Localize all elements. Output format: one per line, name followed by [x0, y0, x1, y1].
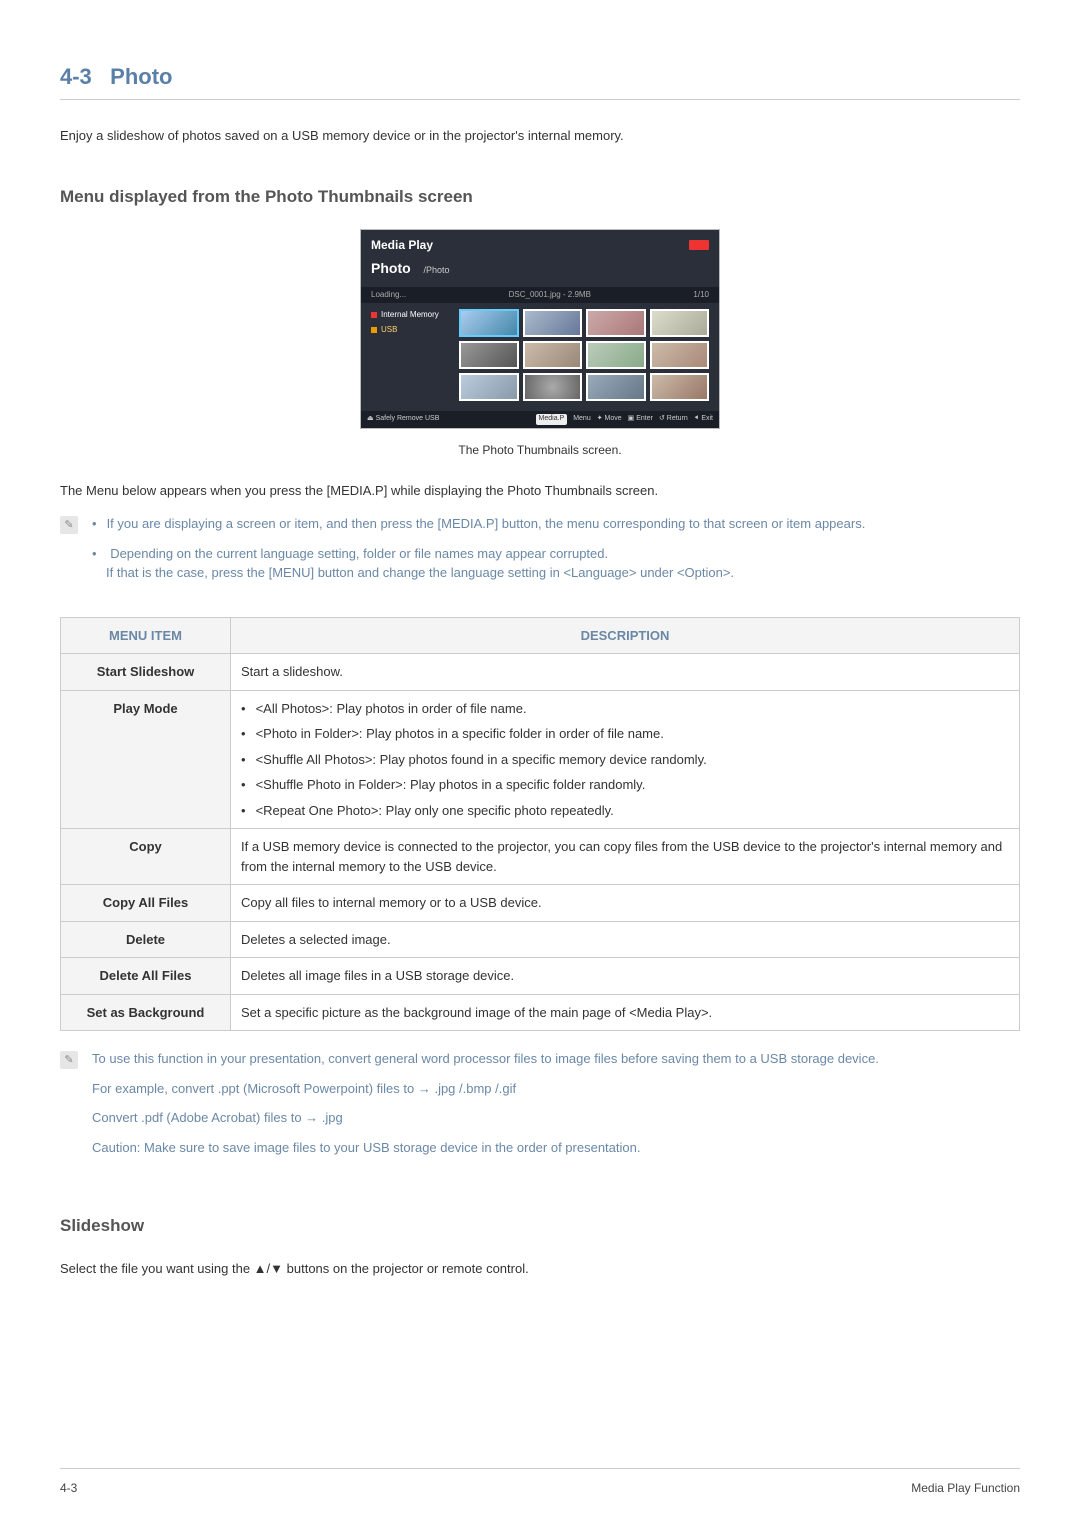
projector-screenshot: Media Play Photo /Photo Loading... DSC_0…	[360, 229, 720, 429]
section-number: 4-3	[60, 64, 92, 89]
play-mode-item: <Repeat One Photo>: Play only one specif…	[241, 801, 1009, 821]
subheading-slideshow: Slideshow	[60, 1213, 1020, 1239]
play-mode-item: <All Photos>: Play photos in order of fi…	[241, 699, 1009, 719]
thumbnail	[459, 373, 519, 401]
cell-label: Set as Background	[61, 994, 231, 1031]
th-description: DESCRIPTION	[231, 617, 1020, 654]
play-mode-item: <Photo in Folder>: Play photos in a spec…	[241, 724, 1009, 744]
note-subline: If that is the case, press the [MENU] bu…	[106, 563, 1020, 583]
thumbnail	[523, 309, 583, 337]
side-usb: USB	[371, 324, 451, 336]
section-name: Photo	[110, 64, 172, 89]
note-block: ✎ If you are displaying a screen or item…	[60, 514, 1020, 593]
screenshot-wrapper: Media Play Photo /Photo Loading... DSC_0…	[60, 229, 1020, 429]
side-internal-memory: Internal Memory	[371, 309, 451, 321]
breadcrumb: /Photo	[423, 265, 449, 275]
play-mode-item: <Shuffle All Photos>: Play photos found …	[241, 750, 1009, 770]
file-info: DSC_0001.jpg - 2.9MB	[509, 289, 591, 301]
note-icon: ✎	[60, 1051, 78, 1069]
hint-safely-remove: ⏏ Safely Remove USB	[367, 414, 439, 425]
status-loading: Loading...	[371, 289, 406, 301]
thumbnail	[459, 341, 519, 369]
table-row: Delete Deletes a selected image.	[61, 921, 1020, 958]
cell-desc: <All Photos>: Play photos in order of fi…	[231, 690, 1020, 829]
table-row: Copy If a USB memory device is connected…	[61, 829, 1020, 885]
hint-exit: ⯇ Exit	[694, 414, 713, 425]
thumbnail	[523, 373, 583, 401]
thumbnail	[586, 309, 646, 337]
page-footer: 4-3 Media Play Function	[60, 1468, 1020, 1497]
hint-move: ✦ Move	[597, 414, 622, 425]
app-title: Media Play	[371, 236, 433, 254]
table-row: Set as Background Set a specific picture…	[61, 994, 1020, 1031]
cell-label: Delete	[61, 921, 231, 958]
table-row: Play Mode <All Photos>: Play photos in o…	[61, 690, 1020, 829]
info-line: Caution: Make sure to save image files t…	[92, 1138, 879, 1158]
thumbnail	[586, 373, 646, 401]
cell-label: Delete All Files	[61, 958, 231, 995]
thumbnail	[650, 341, 710, 369]
table-row: Start Slideshow Start a slideshow.	[61, 654, 1020, 691]
footer-left: 4-3	[60, 1479, 77, 1497]
usb-icon	[689, 240, 709, 250]
thumbnail	[523, 341, 583, 369]
cell-label: Start Slideshow	[61, 654, 231, 691]
note-item: If you are displaying a screen or item, …	[92, 514, 1020, 534]
cell-desc: Deletes a selected image.	[231, 921, 1020, 958]
info-line: For example, convert .ppt (Microsoft Pow…	[92, 1079, 879, 1099]
thumbnail	[650, 373, 710, 401]
cell-desc: Deletes all image files in a USB storage…	[231, 958, 1020, 995]
thumbnail	[586, 341, 646, 369]
play-mode-item: <Shuffle Photo in Folder>: Play photos i…	[241, 775, 1009, 795]
thumbnail	[459, 309, 519, 337]
cell-desc: If a USB memory device is connected to t…	[231, 829, 1020, 885]
cell-desc: Set a specific picture as the background…	[231, 994, 1020, 1031]
hint-menu: Menu	[573, 414, 591, 425]
note-icon: ✎	[60, 516, 78, 534]
hint-enter: ▣ Enter	[628, 414, 653, 425]
hint-mediap-tag: Media.P	[536, 414, 568, 425]
screenshot-caption: The Photo Thumbnails screen.	[60, 441, 1020, 459]
menu-table: MENU ITEM DESCRIPTION Start Slideshow St…	[60, 617, 1020, 1032]
cell-desc: Start a slideshow.	[231, 654, 1020, 691]
footer-right: Media Play Function	[911, 1479, 1020, 1497]
note-item: Depending on the current language settin…	[92, 544, 1020, 583]
thumbnail-grid	[459, 309, 709, 401]
info-line: Convert .pdf (Adobe Acrobat) files to → …	[92, 1108, 879, 1128]
cell-label: Copy All Files	[61, 885, 231, 922]
section-title: 4-3 Photo	[60, 60, 1020, 100]
info-block: ✎ To use this function in your presentat…	[60, 1049, 1020, 1167]
table-row: Copy All Files Copy all files to interna…	[61, 885, 1020, 922]
info-line: To use this function in your presentatio…	[92, 1049, 879, 1069]
intro-paragraph: Enjoy a slideshow of photos saved on a U…	[60, 126, 1020, 146]
subheading-thumbnails: Menu displayed from the Photo Thumbnails…	[60, 184, 1020, 210]
hint-return: ↺ Return	[659, 414, 688, 425]
table-row: Delete All Files Deletes all image files…	[61, 958, 1020, 995]
after-caption-paragraph: The Menu below appears when you press th…	[60, 481, 1020, 501]
cell-desc: Copy all files to internal memory or to …	[231, 885, 1020, 922]
tab-photo: Photo	[371, 260, 411, 276]
th-menu-item: MENU ITEM	[61, 617, 231, 654]
cell-label: Copy	[61, 829, 231, 885]
counter: 1/10	[693, 289, 709, 301]
slideshow-paragraph: Select the file you want using the ▲/▼ b…	[60, 1259, 1020, 1279]
cell-label: Play Mode	[61, 690, 231, 829]
thumbnail	[650, 309, 710, 337]
